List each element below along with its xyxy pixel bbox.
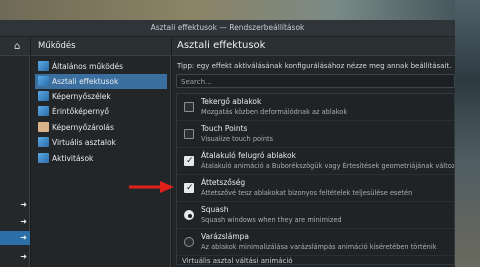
tree-row-selected[interactable]: ➜ [0, 231, 30, 245]
screen-lock-icon [38, 122, 49, 132]
effect-name: Squash [201, 205, 229, 214]
section-header-label: Virtuális asztal váltási animáció [182, 257, 293, 265]
effect-checkbox[interactable]: ✓ [184, 156, 194, 166]
category-item-label: Aktivitások [52, 154, 94, 163]
window-title: Asztali effektusok — Rendszerbeállítások [150, 23, 305, 32]
category-header: Működés [31, 37, 171, 56]
checkmark-icon: ✓ [186, 183, 194, 193]
effect-radio[interactable] [184, 237, 194, 247]
effect-item-squash[interactable]: Squash Squash windows when they are mini… [177, 202, 454, 229]
effect-name: Áttetszőség [201, 178, 246, 187]
arrow-head [160, 181, 174, 193]
effect-description: Visualize touch points [201, 135, 274, 143]
radio-dot-icon [188, 214, 192, 218]
category-item-screen-edges[interactable]: Képernyőszélek [35, 89, 167, 104]
category-panel: Működés Általános működés Asztali effekt… [31, 37, 171, 267]
home-button[interactable]: ⌂ [0, 37, 30, 56]
category-item-screen-lock[interactable]: Képernyőzárolás [35, 120, 167, 135]
arrow-right-icon: ➜ [20, 217, 27, 226]
desktop-effects-icon [38, 76, 49, 86]
effect-description: Áttetszővé tesz ablakokat bizonyos felté… [201, 189, 413, 197]
arrow-right-icon: ➜ [20, 233, 27, 242]
search-box[interactable] [176, 74, 455, 88]
effect-name: Átalakuló felugró ablakok [201, 151, 296, 160]
tree-row[interactable] [0, 72, 30, 86]
section-header-partial: Virtuális asztal váltási animáció [177, 257, 454, 265]
touchscreen-icon [38, 106, 49, 116]
arrow-right-icon: ➜ [20, 200, 27, 209]
category-item-label: Általános működés [52, 62, 124, 71]
arrow-right-icon: ➜ [20, 252, 27, 261]
tree-row[interactable]: ➜ [0, 215, 30, 229]
desktop-wallpaper [0, 0, 480, 20]
page-title: Asztali effektusok [177, 40, 266, 51]
tree-row[interactable] [0, 58, 30, 72]
general-behavior-icon [38, 61, 49, 71]
home-icon: ⌂ [14, 41, 21, 52]
main-header: Asztali effektusok [172, 37, 455, 56]
category-item-virtual-desktops[interactable]: Virtuális asztalok [35, 135, 167, 150]
virtual-desktops-icon [38, 137, 49, 147]
category-item-label: Virtuális asztalok [52, 138, 116, 147]
effect-name: Tekergő ablakok [201, 97, 262, 106]
category-item-label: Képernyőszélek [52, 92, 111, 101]
effect-item-translucency[interactable]: ✓ Áttetszőség Áttetszővé tesz ablakokat … [177, 175, 454, 202]
category-item-label: Érintőképernyő [52, 107, 109, 116]
category-item-desktop-effects[interactable]: Asztali effektusok [35, 74, 167, 89]
window-titlebar[interactable]: Asztali effektusok — Rendszerbeállítások [0, 20, 455, 37]
search-input[interactable] [181, 76, 441, 87]
effect-item-magic-lamp[interactable]: Varázslámpa Az ablakok minimalizálása va… [177, 229, 454, 256]
effect-item-wobbly-windows[interactable]: Tekergő ablakok Mozgatás közben deformál… [177, 94, 454, 121]
effect-description: Mozgatás közben deformálódnak az ablakok [201, 108, 348, 116]
activities-icon [38, 153, 49, 163]
category-item-label: Képernyőzárolás [52, 123, 114, 132]
effect-name: Varázslámpa [201, 232, 250, 241]
effect-checkbox[interactable] [184, 129, 194, 139]
red-arrow-annotation [129, 181, 174, 193]
effect-radio[interactable] [184, 210, 194, 220]
effect-checkbox[interactable]: ✓ [184, 183, 194, 193]
category-item-activities[interactable]: Aktivitások [35, 151, 167, 166]
screen-edges-icon [38, 91, 49, 101]
effect-description: Átalakuló animáció a Buborékszögük vagy … [201, 162, 455, 170]
tip-text: Tipp: egy effekt aktiválásának konfigurá… [177, 62, 452, 70]
category-item-touchscreen[interactable]: Érintőképernyő [35, 104, 167, 119]
effect-checkbox[interactable] [184, 102, 194, 112]
effect-item-morphing-popups[interactable]: ✓ Átalakuló felugró ablakok Átalakuló an… [177, 148, 455, 175]
category-header-label: Működés [38, 41, 76, 51]
effect-description: Squash windows when they are minimized [201, 216, 342, 224]
effect-item-touch-points[interactable]: Touch Points Visualize touch points [177, 121, 454, 148]
tree-row[interactable]: ➜ [0, 250, 30, 264]
effects-list[interactable]: Tekergő ablakok Mozgatás közben deformál… [176, 93, 455, 265]
effect-description: Az ablakok minimalizálása varázslámpás a… [201, 243, 437, 251]
effect-name: Touch Points [201, 124, 248, 133]
desktop-wallpaper-edge [455, 0, 480, 267]
checkmark-icon: ✓ [186, 156, 194, 166]
main-panel: Asztali effektusok Tipp: egy effekt akti… [172, 37, 455, 267]
category-item-general-behavior[interactable]: Általános működés [35, 59, 167, 74]
tree-row[interactable]: ➜ [0, 198, 30, 212]
category-item-label: Asztali effektusok [52, 77, 119, 86]
